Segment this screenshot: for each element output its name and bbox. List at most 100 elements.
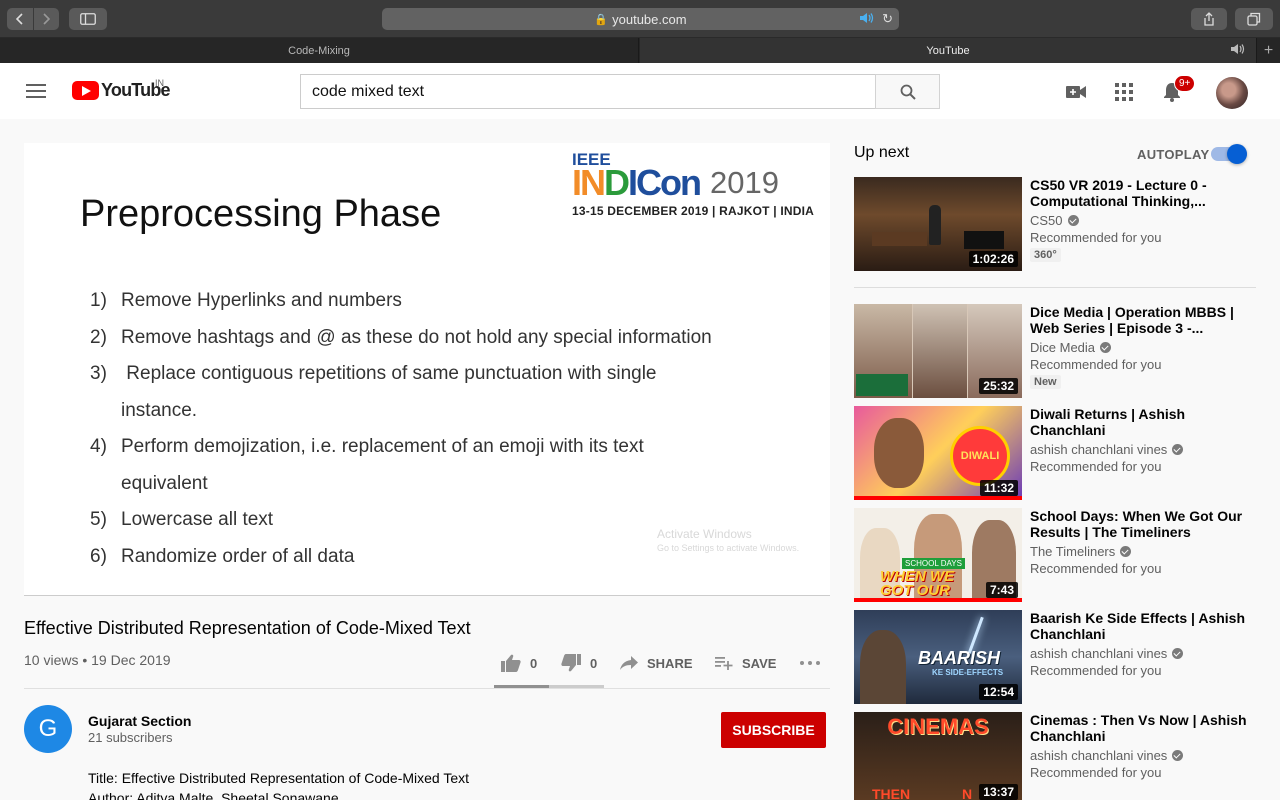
video-thumbnail[interactable]: 25:32 (854, 304, 1022, 398)
slide-list-item: 4) Perform demojization, i.e. replacement… (90, 436, 644, 494)
reload-icon[interactable]: ↻ (882, 11, 893, 27)
grid-icon (1115, 83, 1133, 101)
nav-buttons (7, 8, 59, 30)
notification-badge: 9+ (1174, 75, 1196, 92)
slide-list-item: 5) Lowercase all text (90, 509, 274, 530)
verified-icon (1172, 444, 1184, 455)
browser-toolbar: 🔒 youtube.com ↻ (0, 0, 1280, 38)
youtube-logo[interactable]: YouTube IN (72, 78, 171, 101)
video-description: Title: Effective Distributed Representat… (88, 768, 469, 800)
recommended-video[interactable]: CINEMAS THEN N 13:37 Cinemas : Then Vs N… (854, 712, 1256, 800)
autoplay-toggle[interactable] (1211, 144, 1247, 164)
recommended-video[interactable]: 1:02:26 CS50 VR 2019 - Lecture 0 - Compu… (854, 177, 1256, 271)
share-arrow-icon (620, 656, 638, 670)
dislike-count: 0 (590, 655, 598, 671)
video-thumbnail[interactable]: CINEMAS THEN N 13:37 (854, 712, 1022, 800)
conference-logo: IEEE INDICon 2019 13-15 DECEMBER 2019 | … (572, 151, 814, 218)
slide-list-item: 3) Replace contiguous repetitions of sam… (90, 363, 662, 421)
verified-icon (1172, 648, 1184, 659)
up-next-heading: Up next (854, 144, 910, 161)
youtube-header: YouTube IN code mixed text 9+ (0, 63, 1280, 119)
subscribe-button[interactable]: SUBSCRIBE (721, 712, 826, 748)
search-button[interactable] (875, 74, 940, 109)
search-input[interactable]: code mixed text (300, 74, 876, 109)
new-tab-button[interactable]: + (1256, 38, 1280, 63)
apps-button[interactable] (1113, 81, 1135, 103)
video-thumbnail[interactable]: SCHOOL DAYS WHEN WE GOT OUR RESULT 7:43 (854, 508, 1022, 602)
description-line: Title: Effective Distributed Representat… (88, 770, 470, 786)
recommended-channel[interactable]: ashish chanchlani vines (1030, 646, 1256, 661)
more-actions-button[interactable] (800, 652, 820, 674)
recommended-title[interactable]: Baarish Ke Side Effects | Ashish Chanchl… (1030, 610, 1256, 642)
recommended-reason: Recommended for you (1030, 230, 1162, 245)
recommended-reason: Recommended for you (1030, 561, 1162, 576)
thumbnail-subtext: KE SIDE-EFFECTS (932, 668, 1004, 677)
recommended-video[interactable]: SCHOOL DAYS WHEN WE GOT OUR RESULT 7:43 … (854, 508, 1256, 602)
slide-list-item: 6) Randomize order of all data (90, 545, 355, 567)
sidebar-icon (80, 13, 96, 25)
thumbnail-then-text: THEN (872, 786, 911, 800)
up-next-divider (854, 287, 1256, 288)
recommended-title[interactable]: School Days: When We Got Our Results | T… (1030, 508, 1256, 540)
recommended-channel[interactable]: Dice Media (1030, 340, 1256, 355)
speaker-icon[interactable] (859, 12, 875, 27)
recommended-title[interactable]: CS50 VR 2019 - Lecture 0 - Computational… (1030, 177, 1256, 209)
verified-icon (1172, 750, 1184, 761)
recommended-channel[interactable]: ashish chanchlani vines (1030, 748, 1256, 763)
more-horizontal-icon (800, 661, 820, 665)
channel-name[interactable]: Gujarat Section (88, 713, 191, 729)
dislike-button[interactable]: 0 (561, 652, 597, 674)
recommended-reason: Recommended for you (1030, 663, 1162, 678)
thumbnail-text: DIWALI (950, 426, 1010, 486)
recommended-video[interactable]: BAARISH KE SIDE-EFFECTS 12:54 Baarish Ke… (854, 610, 1256, 704)
chevron-right-icon (43, 13, 51, 25)
share-browser-button[interactable] (1191, 8, 1227, 30)
share-button[interactable]: SHARE (620, 652, 693, 674)
url-text: youtube.com (612, 11, 687, 27)
tab-overview-button[interactable] (1235, 8, 1273, 30)
verified-icon (1120, 546, 1132, 557)
forward-button[interactable] (34, 13, 60, 25)
tab-code-mixing[interactable]: Code-Mixing (0, 38, 639, 63)
recommended-channel[interactable]: CS50 (1030, 213, 1256, 228)
video-duration: 7:43 (985, 582, 1018, 598)
tab-speaker-icon[interactable] (1230, 43, 1246, 58)
video-thumbnail[interactable]: BAARISH KE SIDE-EFFECTS 12:54 (854, 610, 1022, 704)
video-meta: 10 views • 19 Dec 2019 (24, 652, 171, 668)
thumbs-down-icon (561, 654, 581, 672)
create-video-button[interactable] (1065, 81, 1087, 103)
video-duration: 1:02:26 (968, 251, 1018, 267)
logo-region: IN (155, 78, 164, 88)
address-bar[interactable]: 🔒 youtube.com ↻ (382, 8, 899, 30)
verified-icon (1100, 342, 1112, 353)
recommended-reason: Recommended for you (1030, 357, 1162, 372)
channel-avatar[interactable]: G (24, 705, 72, 753)
save-button[interactable]: SAVE (715, 652, 776, 674)
video-thumbnail[interactable]: DIWALI 11:32 (854, 406, 1022, 500)
channel-subscribers: 21 subscribers (88, 730, 173, 745)
recommended-title[interactable]: Diwali Returns | Ashish Chanchlani (1030, 406, 1256, 438)
player-divider (24, 595, 830, 596)
watch-progress-bar (854, 598, 1022, 602)
conference-year: 2019 (709, 165, 779, 200)
back-button[interactable] (7, 13, 33, 25)
video-title: Effective Distributed Representation of … (24, 618, 471, 638)
account-avatar[interactable] (1216, 77, 1248, 109)
indicon-logo-icon: INDICon (572, 162, 702, 203)
recommended-channel[interactable]: ashish chanchlani vines (1030, 442, 1256, 457)
like-button[interactable]: 0 (501, 652, 537, 674)
recommended-video[interactable]: DIWALI 11:32 Diwali Returns | Ashish Cha… (854, 406, 1256, 500)
tab-youtube[interactable]: YouTube (640, 38, 1256, 63)
verified-icon (1067, 215, 1079, 226)
recommended-video[interactable]: 25:32 Dice Media | Operation MBBS | Web … (854, 304, 1256, 398)
playlist-add-icon (715, 657, 733, 670)
video-player[interactable]: IEEE INDICon 2019 13-15 DECEMBER 2019 | … (24, 143, 830, 595)
recommended-title[interactable]: Dice Media | Operation MBBS | Web Series… (1030, 304, 1256, 336)
recommended-channel[interactable]: The Timeliners (1030, 544, 1256, 559)
video-thumbnail[interactable]: 1:02:26 (854, 177, 1022, 271)
recommended-title[interactable]: Cinemas : Then Vs Now | Ashish Chanchlan… (1030, 712, 1256, 744)
info-divider (24, 688, 830, 689)
menu-icon[interactable] (26, 84, 46, 98)
video-badge: New (1030, 375, 1061, 389)
sidebar-toggle-button[interactable] (69, 8, 107, 30)
